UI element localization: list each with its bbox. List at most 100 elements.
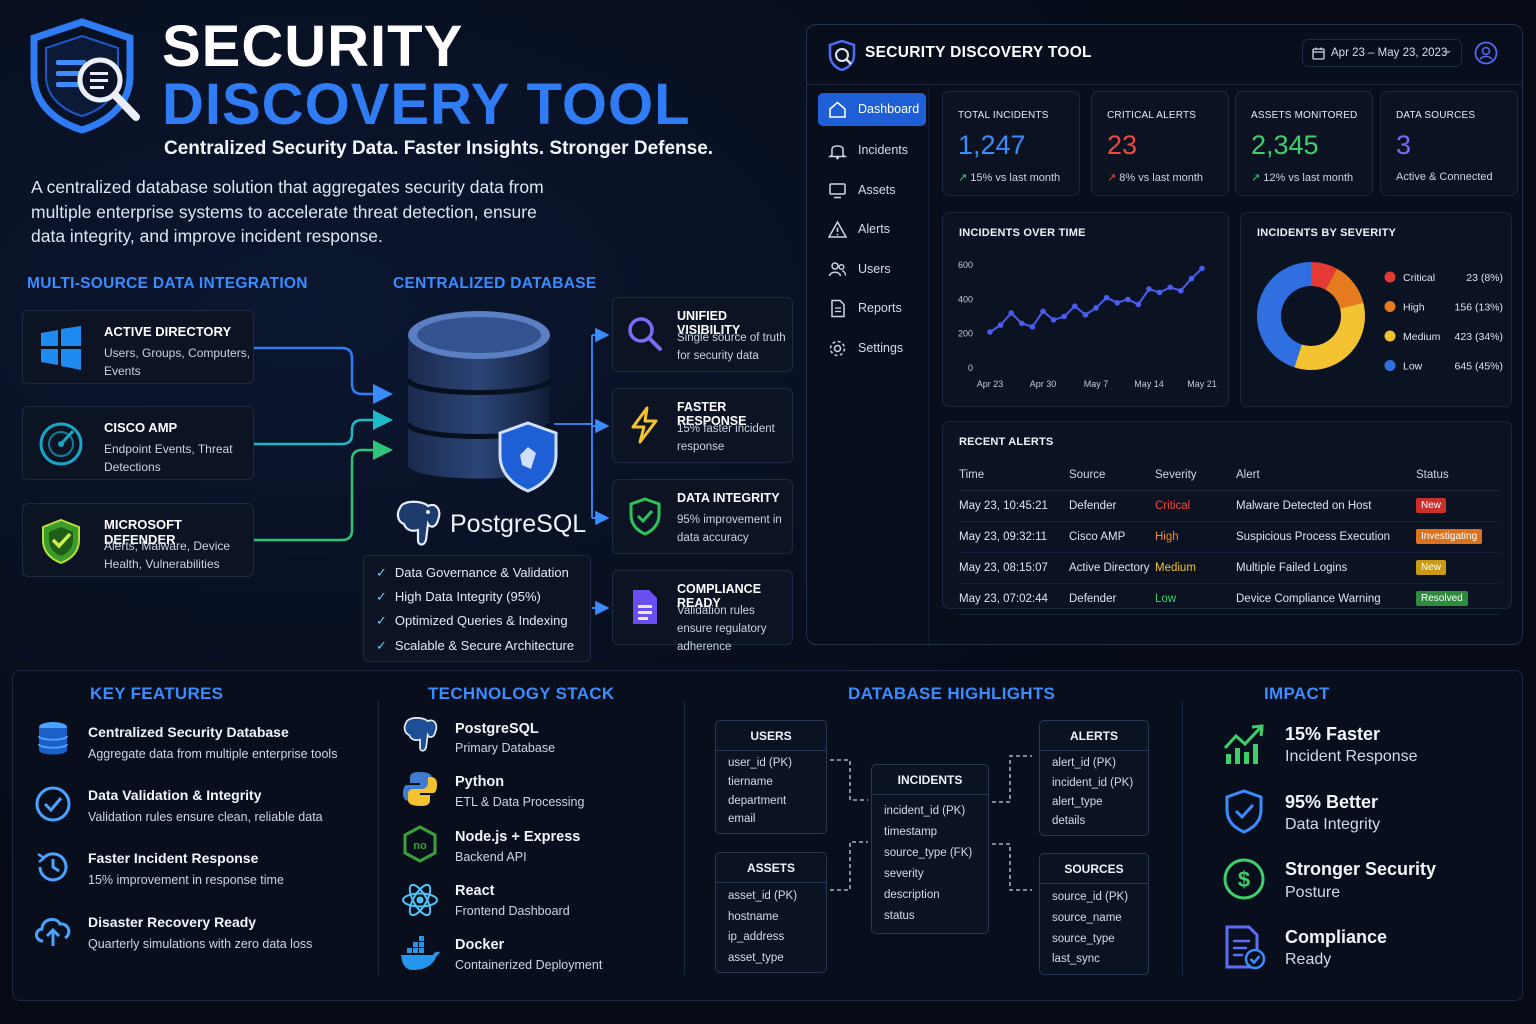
impact-desc: Ready [1285, 951, 1332, 968]
document-icon [633, 590, 657, 624]
er-field: tiername [728, 776, 773, 788]
cell-source: Defender [1069, 490, 1155, 522]
divider [1182, 700, 1183, 975]
er-field: incident_id (PK) [1052, 777, 1134, 789]
stat-sub: Active & Connected [1396, 171, 1493, 183]
legend-value: 645 (45%) [1455, 361, 1503, 373]
x-tick-label: May 14 [1134, 379, 1164, 389]
gear-icon [829, 340, 846, 357]
data-point [1146, 286, 1152, 292]
nav-label: Dashboard [858, 102, 920, 116]
er-field: department [728, 795, 787, 807]
data-point [1167, 284, 1173, 291]
stat-card-critical-alerts: CRITICAL ALERTS 23 ↗ 8% vs last month [1091, 91, 1229, 196]
cell-time: May 23, 09:32:11 [959, 521, 1069, 553]
source-desc: Users, Groups, Computers, Events [104, 346, 251, 378]
cell-status: Resolved [1416, 583, 1500, 615]
cell-source: Cisco AMP [1069, 521, 1155, 553]
date-range-picker[interactable]: Apr 23 – May 23, 2023 ⌄ [1302, 39, 1462, 67]
nav-item-settings[interactable]: Settings [818, 332, 926, 365]
er-field: last_sync [1052, 953, 1100, 965]
impact-title: Compliance [1285, 927, 1388, 947]
stat-card-data-sources: DATA SOURCES 3 Active & Connected [1380, 91, 1518, 196]
data-point [1178, 287, 1184, 294]
er-table-alerts: ALERTS alert_id (PK) incident_id (PK) al… [1039, 720, 1149, 836]
impact-desc: Posture [1285, 884, 1341, 901]
cell-alert: Multiple Failed Logins [1236, 552, 1416, 584]
recent-alerts-table: Time Source Severity Alert Status May 23… [959, 460, 1500, 615]
data-point [1114, 299, 1120, 306]
checklist-item: ✓ Scalable & Secure Architecture [376, 638, 575, 653]
nav-item-dashboard[interactable]: Dashboard [818, 93, 926, 126]
donut-slice-medium [1294, 302, 1365, 371]
compliance-document-icon [1225, 925, 1266, 970]
column-header-time: Time [959, 460, 1069, 491]
incidents-line-chart: 0 200 400 600 Apr 23 Apr 30 May 7 May 14 May 21 [958, 260, 1217, 389]
svg-text:$: $ [1238, 867, 1250, 892]
check-icon: ✓ [376, 589, 387, 604]
postgresql-elephant-icon [396, 500, 441, 546]
nav-item-incidents[interactable]: Incidents [818, 134, 926, 167]
nav-item-users[interactable]: Users [818, 253, 926, 286]
data-point [1103, 294, 1110, 301]
table-row[interactable]: May 23, 07:02:44 Defender Low Device Compli… [959, 583, 1500, 615]
postgresql-logo-icon [403, 717, 438, 752]
nav-item-alerts[interactable]: Alerts [818, 213, 926, 246]
clock-history-icon [37, 852, 68, 882]
er-field: source_id (PK) [1052, 891, 1129, 903]
check-icon: ✓ [376, 613, 387, 628]
feature-title: Centralized Security Database [88, 724, 289, 740]
calendar-icon [1312, 47, 1325, 60]
svg-text:no: no [413, 840, 427, 852]
feature-desc: 15% improvement in response time [88, 873, 284, 887]
check-icon: ✓ [376, 565, 387, 580]
nav-item-assets[interactable]: Assets [818, 174, 926, 207]
stat-card-total-incidents: TOTAL INCIDENTS 1,247 ↗ 15% vs last mont… [942, 91, 1080, 196]
impact-desc: Data Integrity [1285, 816, 1381, 833]
feature-title: Faster Incident Response [88, 850, 259, 866]
shield-check-icon [1225, 789, 1263, 834]
data-point [1125, 296, 1131, 303]
hero-title-line1: SECURITY [162, 14, 464, 79]
cell-time: May 23, 07:02:44 [959, 583, 1069, 615]
impact-title: 95% Better [1285, 792, 1379, 812]
hero-title-line2: DISCOVERY TOOL [162, 72, 691, 137]
er-field: hostname [728, 911, 779, 923]
er-table-name: SOURCES [1040, 854, 1148, 884]
stat-value: 2,345 [1251, 130, 1319, 160]
legend-swatch [1384, 360, 1396, 371]
y-tick-label: 200 [958, 329, 973, 339]
report-icon [831, 299, 845, 318]
user-avatar-icon[interactable] [1474, 41, 1498, 65]
status-badge: Resolved [1416, 591, 1468, 606]
table-row[interactable]: May 23, 10:45:21 Defender Critical Malware … [959, 490, 1500, 522]
tech-title: React [455, 883, 495, 899]
db-highlights-heading: DATABASE HIGHLIGHTS [848, 684, 1056, 703]
docker-logo-icon [401, 936, 440, 970]
er-field: description [884, 889, 940, 901]
check-icon: ✓ [376, 638, 387, 653]
nav-item-reports[interactable]: Reports [818, 292, 926, 325]
database-checklist: ✓ Data Governance & Validation ✓ High Data… [363, 555, 591, 662]
hero-description: A centralized database solution that agg… [31, 177, 544, 246]
nodejs-logo-icon: no [403, 825, 437, 863]
table-header-row: Time Source Severity Alert Status [959, 460, 1500, 491]
windows-icon [41, 326, 81, 370]
legend-swatch [1384, 301, 1396, 312]
data-point [1093, 305, 1099, 311]
cell-alert: Device Compliance Warning [1236, 583, 1416, 615]
stat-label: DATA SOURCES [1396, 110, 1476, 121]
cell-status: New [1416, 552, 1500, 584]
cell-severity: Medium [1155, 552, 1236, 584]
er-field: source_type [1052, 933, 1115, 945]
er-field: asset_id (PK) [728, 890, 798, 902]
er-field: ip_address [728, 931, 785, 943]
tech-desc: Backend API [455, 850, 527, 864]
defender-shield-icon [42, 518, 80, 564]
dashboard-header: SECURITY DISCOVERY TOOL Apr 23 – May 23,… [807, 25, 1522, 85]
panel-title: RECENT ALERTS [959, 436, 1054, 448]
er-field: email [728, 813, 756, 825]
monitor-icon [829, 183, 846, 199]
table-row[interactable]: May 23, 09:32:11 Cisco AMP High Suspicious … [959, 521, 1500, 553]
table-row[interactable]: May 23, 08:15:07 Active Directory Medium Mu… [959, 552, 1500, 584]
